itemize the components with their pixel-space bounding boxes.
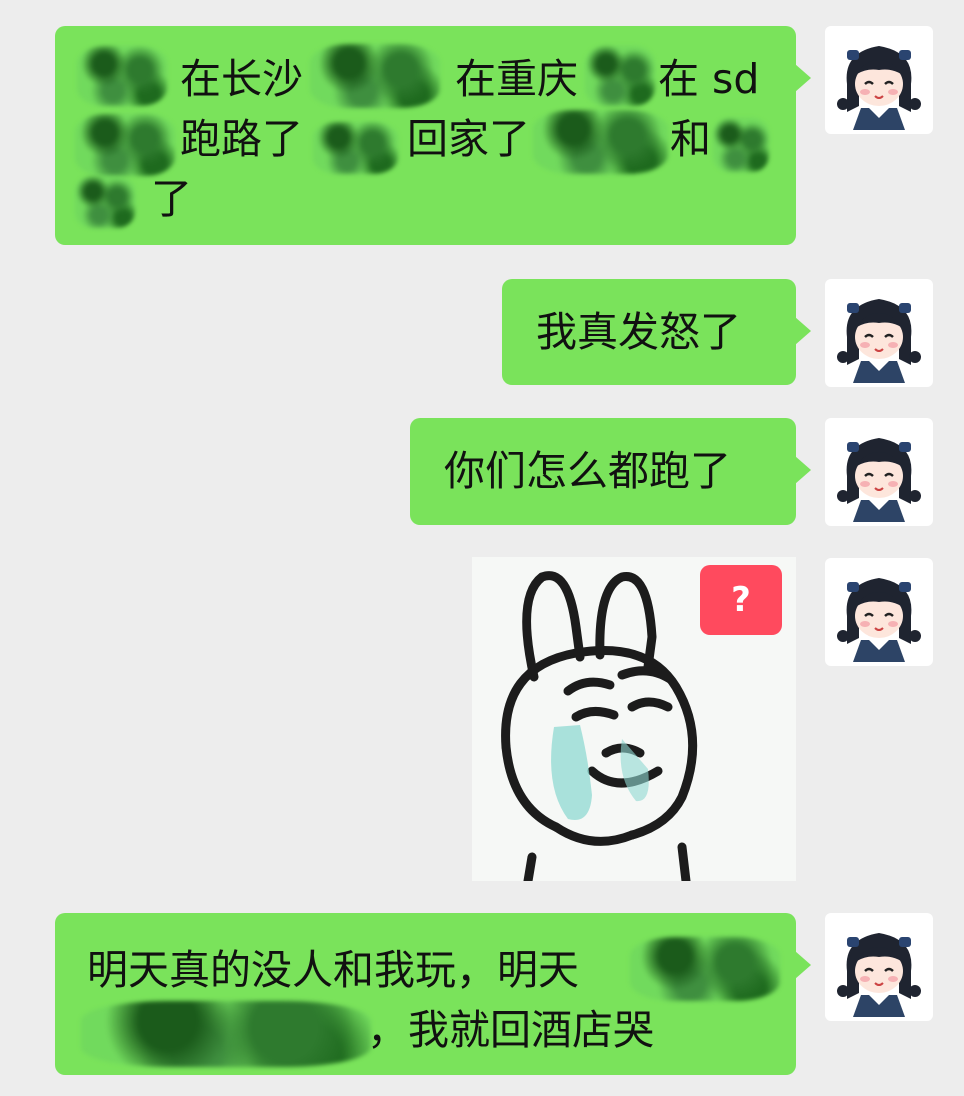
avatar[interactable]	[825, 418, 933, 526]
avatar[interactable]	[825, 913, 933, 1021]
message-text: 在 sd	[658, 55, 760, 103]
redacted-text	[585, 46, 655, 106]
message-text: 了	[151, 175, 192, 223]
anime-girl-avatar-icon	[837, 299, 921, 383]
message-bubble-2[interactable]: 我真发怒了	[502, 279, 811, 385]
avatar[interactable]	[825, 279, 933, 387]
message-text: 回家了	[407, 115, 530, 163]
question-badge: ?	[700, 565, 782, 635]
message-text: 在重庆	[455, 55, 578, 103]
message-text: 跑路了	[180, 115, 303, 163]
sticker-image[interactable]: ?	[472, 557, 796, 881]
redacted-text	[310, 44, 440, 108]
redacted-text	[533, 110, 668, 174]
redacted-text	[81, 1001, 371, 1067]
redacted-text	[313, 122, 398, 174]
redacted-text	[75, 114, 175, 176]
redacted-text	[713, 118, 769, 172]
redacted-text	[77, 46, 167, 106]
anime-girl-avatar-icon	[837, 438, 921, 522]
message-text: 明天真的没人和我玩，明天	[87, 946, 579, 994]
anime-girl-avatar-icon	[837, 46, 921, 130]
redacted-text	[75, 176, 135, 228]
redacted-text	[630, 937, 780, 1001]
anime-girl-avatar-icon	[837, 578, 921, 662]
message-text: 和	[670, 115, 711, 163]
message-text: 我真发怒了	[536, 308, 741, 356]
message-text: 你们怎么都跑了	[444, 447, 731, 495]
message-bubble-5[interactable]: 明天真的没人和我玩，明天 ，我就回酒店哭	[55, 913, 811, 1075]
message-text: ，我就回酒店哭	[367, 1006, 654, 1054]
avatar[interactable]	[825, 26, 933, 134]
anime-girl-avatar-icon	[837, 933, 921, 1017]
message-bubble-3[interactable]: 你们怎么都跑了	[410, 418, 811, 525]
message-bubble-1[interactable]: 在长沙 在重庆 在 sd 跑路了 回家了 和 了	[55, 26, 811, 245]
avatar[interactable]	[825, 558, 933, 666]
message-text: 在长沙	[180, 55, 303, 103]
